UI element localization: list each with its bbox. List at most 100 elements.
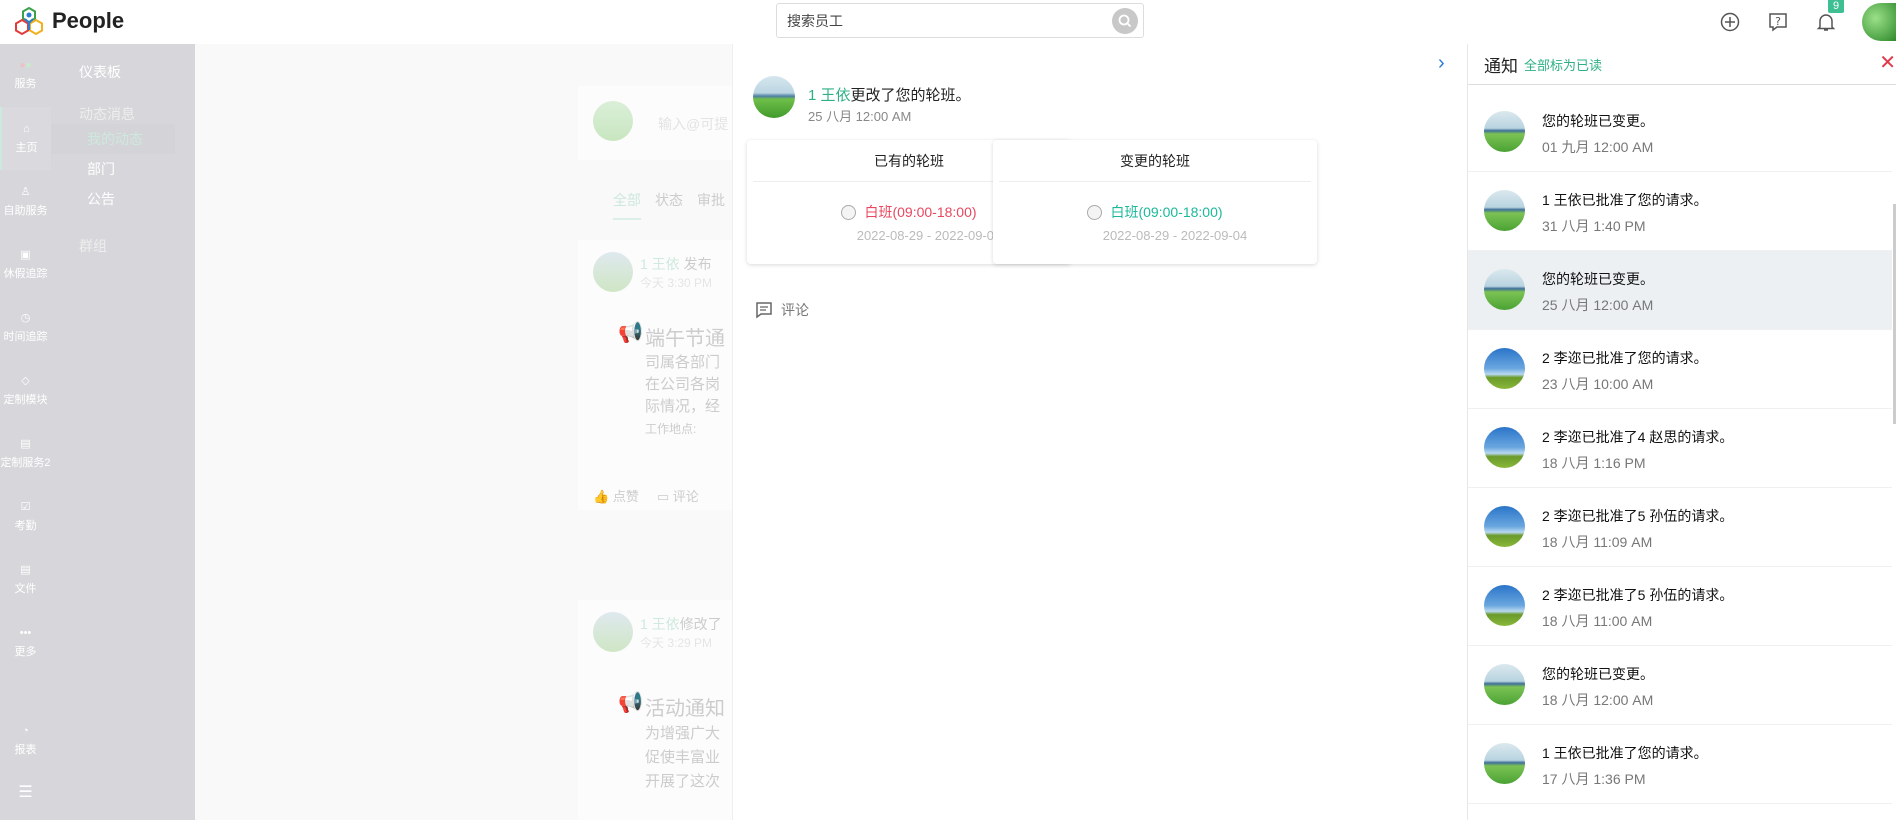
user-icon: ♙ (20, 186, 31, 198)
notification-text: 1 王依已批准了您的请求。 (1542, 192, 1708, 208)
nav-groups[interactable]: 群组 (51, 236, 195, 256)
hamburger-icon: ☰ (18, 784, 33, 801)
notification-avatar (1484, 111, 1525, 152)
notification-avatar (1484, 427, 1525, 468)
nav-department[interactable]: 部门 (51, 154, 195, 184)
detail-action: 更改了您的轮班。 (850, 87, 971, 104)
nav-dashboard[interactable]: 仪表板 (51, 62, 195, 82)
search-input[interactable] (777, 4, 1097, 37)
post-line: 在公司各岗 (645, 376, 721, 393)
notification-text: 您的轮班已变更。 (1542, 271, 1654, 287)
rail-item-custom-module[interactable]: ◇ 定制模块 (0, 359, 51, 422)
home-icon: ⌂ (23, 122, 30, 135)
employee-search[interactable] (776, 3, 1144, 38)
notification-avatar (1484, 664, 1525, 705)
notification-avatar (1484, 585, 1525, 626)
post-author[interactable]: 1 王依 (640, 616, 680, 632)
shift-change-detail-panel: › 1 王依更改了您的轮班。 25 八月 12:00 AM 已有的轮班 白班(0… (732, 44, 1467, 820)
notification-item[interactable]: 2 李迩已批准了您的请求。 23 八月 10:00 AM (1468, 330, 1892, 409)
close-icon[interactable]: ✕ (1879, 50, 1896, 75)
post-composer[interactable]: 输入@可提 (578, 86, 732, 160)
tab-all[interactable]: 全部 (613, 190, 641, 220)
notification-item[interactable]: 您的轮班已变更。 18 八月 12:00 AM (1468, 646, 1892, 725)
changed-shift-name: 白班(09:00-18:00) (1110, 204, 1223, 220)
rail-item-custom-service2[interactable]: ▤ 定制服务2 (0, 422, 51, 485)
post-line: 为增强广大 (645, 725, 721, 742)
notifications-button[interactable]: 9 (1814, 0, 1845, 34)
detail-avatar (753, 76, 795, 118)
composer-avatar (593, 101, 633, 141)
notification-avatar (1484, 190, 1525, 231)
notification-item[interactable]: 2 李迩已批准了4 赵思的请求。 18 八月 1:16 PM (1468, 409, 1892, 488)
feed-tabs: 全部 状态 审批 (613, 190, 725, 220)
rail-item-services[interactable]: ●● 服务 (0, 44, 51, 107)
tag-icon: ◇ (21, 375, 30, 387)
rail-item-reports[interactable]: ◔ 报表 (0, 709, 51, 772)
notification-item[interactable]: 2 李迩已批准了5 孙伍的请求。 18 八月 11:09 AM (1468, 488, 1892, 567)
notification-badge: 9 (1828, 0, 1845, 13)
add-button[interactable] (1718, 10, 1742, 34)
notification-item[interactable]: 您的轮班已变更。 25 八月 12:00 AM (1468, 251, 1892, 330)
notification-item[interactable]: 1 王依已批准了您的请求。 17 八月 1:36 PM (1468, 725, 1892, 804)
feed-area: 输入@可提 全部 状态 审批 1 王依 发布 今天 3:30 PM 📢 端午节通… (195, 44, 732, 820)
post-action: 修改了 (679, 616, 722, 632)
document-icon: ▤ (20, 438, 31, 450)
svg-text:?: ? (1775, 15, 1781, 28)
tab-status[interactable]: 状态 (655, 190, 683, 220)
post-author[interactable]: 1 王依 (640, 256, 680, 272)
existing-shift-name: 白班(09:00-18:00) (864, 204, 977, 220)
help-button[interactable]: ? (1766, 10, 1790, 34)
mark-all-read-link[interactable]: 全部标为已读 (1524, 55, 1602, 74)
app-title: People (52, 8, 125, 33)
post-line: 际情况，经 (645, 398, 721, 415)
megaphone-icon: 📢 (618, 692, 643, 714)
like-button[interactable]: 👍 点赞 (593, 486, 639, 505)
notification-text: 2 李迩已批准了4 赵思的请求。 (1542, 429, 1734, 445)
notification-item[interactable]: 您的轮班已变更。 01 九月 12:00 AM (1468, 93, 1892, 172)
notification-item[interactable]: 1 王依已批准了您的请求。 31 八月 1:40 PM (1468, 172, 1892, 251)
rail-item-self-service[interactable]: ♙ 自助服务 (0, 170, 51, 233)
post-avatar (593, 612, 633, 652)
app-logo[interactable]: People (14, 6, 124, 36)
comment-label: 评论 (781, 302, 809, 318)
tab-approval[interactable]: 审批 (697, 190, 725, 220)
calendar-check-icon: ☑ (20, 501, 31, 513)
nav-my-feed[interactable]: 我的动态 (51, 124, 175, 154)
pie-chart-icon: ◔ (22, 724, 29, 737)
rail-item-files[interactable]: ▤ 文件 (0, 548, 51, 611)
detail-user-link[interactable]: 1 王依 (808, 87, 851, 104)
rail-item-attendance[interactable]: ☑ 考勤 (0, 485, 51, 548)
detail-title: 1 王依更改了您的轮班。 (808, 84, 971, 105)
rail-item-time[interactable]: ◷ 时间追踪 (0, 296, 51, 359)
notification-time: 18 八月 12:00 AM (1542, 692, 1654, 708)
rail-item-more[interactable]: ••• 更多 (0, 611, 51, 674)
notification-avatar (1484, 269, 1525, 310)
user-avatar[interactable] (1862, 3, 1896, 41)
comment-button[interactable]: ▭ 评论 (657, 486, 699, 505)
changed-shift-radio[interactable] (1087, 204, 1103, 220)
module-rail: ●● 服务 ⌂ 主页 ♙ 自助服务 ▣ 休假追踪 ◷ 时间追踪 ◇ 定制模块 ▤ 定制服务2 … (0, 44, 51, 820)
existing-shift-radio[interactable] (841, 204, 857, 220)
post-time: 今天 3:29 PM (640, 636, 713, 650)
clock-icon: ◷ (20, 312, 31, 324)
post-action: 发布 (683, 256, 712, 272)
like-label: 点赞 (612, 489, 639, 504)
post-line: 开展了这次 (645, 773, 721, 790)
apps-dots-icon: ●● (19, 60, 32, 71)
rail-item-leave[interactable]: ▣ 休假追踪 (0, 233, 51, 296)
search-icon (1118, 14, 1132, 28)
chevron-right-icon[interactable]: › (1438, 52, 1445, 75)
changed-shift-range: 2022-08-29 - 2022-09-04 (1102, 228, 1248, 243)
notification-text: 您的轮班已变更。 (1542, 113, 1654, 129)
notification-text: 1 王依已批准了您的请求。 (1542, 745, 1708, 761)
composer-input[interactable]: 输入@可提 (658, 114, 728, 134)
comment-button[interactable]: 评论 (755, 300, 809, 320)
collapse-menu-button[interactable]: ☰ (0, 772, 51, 812)
post-time: 今天 3:30 PM (640, 276, 713, 290)
top-bar: People ? 9 (0, 0, 1896, 44)
nav-announcements[interactable]: 公告 (51, 184, 195, 214)
notification-item[interactable]: 2 李迩已批准了5 孙伍的请求。 18 八月 11:00 AM (1468, 567, 1892, 646)
rail-item-home[interactable]: ⌂ 主页 (0, 107, 51, 170)
search-button[interactable] (1112, 8, 1138, 34)
notifications-title: 通知 (1484, 56, 1518, 76)
